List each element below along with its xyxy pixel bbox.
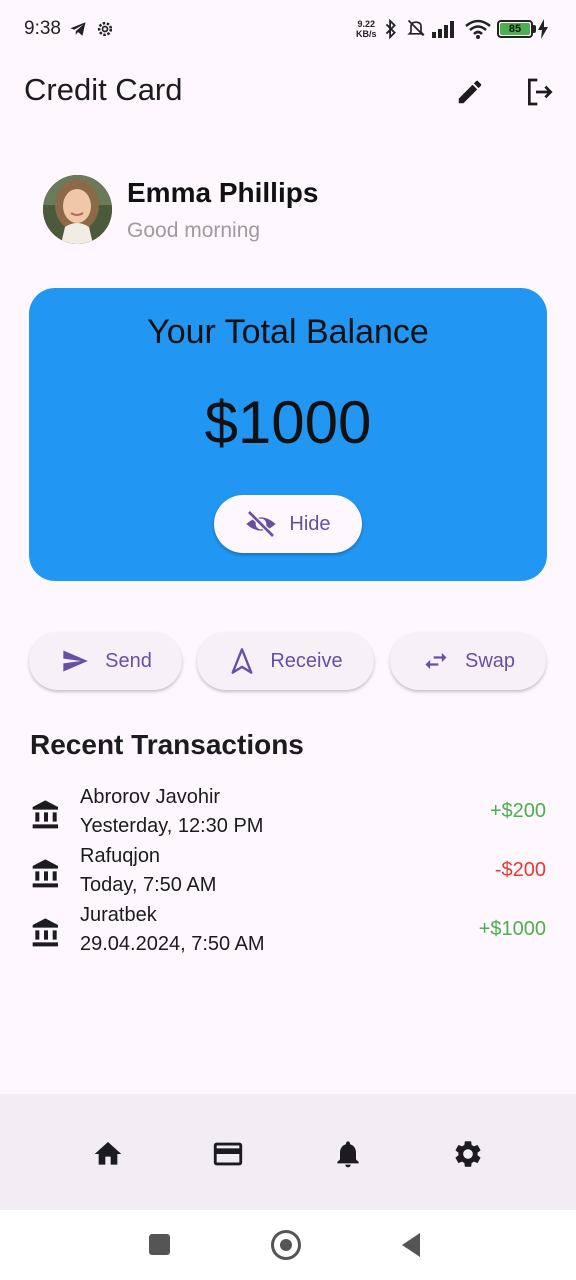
bluetooth-icon: [385, 19, 396, 39]
nav-notifications[interactable]: [328, 1134, 368, 1174]
edit-icon: [458, 80, 482, 104]
battery-nub: [533, 25, 536, 33]
home-button-dot: [280, 1239, 292, 1251]
transaction-amount: +$1000: [478, 918, 546, 940]
battery-icon: 85: [497, 20, 533, 38]
net-speed-unit: KB/s: [356, 29, 377, 39]
avatar-image: [43, 175, 112, 244]
battery-fill: 85: [500, 23, 530, 35]
page-title: Credit Card: [24, 72, 183, 107]
balance-amount: $1000: [204, 389, 372, 456]
send-label: Send: [105, 649, 152, 672]
swap-button[interactable]: Swap: [390, 632, 546, 690]
transaction-amount: -$200: [494, 859, 546, 881]
nav-home[interactable]: [88, 1134, 128, 1174]
transaction-date: 29.04.2024, 7:50 AM: [80, 933, 265, 955]
credit-card-icon: [213, 1142, 243, 1166]
gear-icon: [97, 21, 113, 37]
wifi-icon: [465, 19, 491, 39]
transaction-date: Today, 7:50 AM: [80, 874, 217, 896]
bell-icon: [337, 1141, 359, 1168]
transaction-row[interactable]: Abrorov Javohir Yesterday, 12:30 PM +$20…: [0, 786, 576, 845]
transaction-date: Yesterday, 12:30 PM: [80, 815, 264, 837]
transaction-amount: +$200: [489, 800, 546, 822]
navigation-icon: [231, 648, 253, 674]
logout-button[interactable]: [520, 72, 560, 112]
logout-icon: [528, 78, 553, 106]
hide-balance-button[interactable]: Hide: [214, 495, 362, 553]
home-button[interactable]: [271, 1230, 301, 1260]
hide-label: Hide: [289, 512, 331, 535]
status-time: 9:38: [24, 18, 61, 39]
nav-cards[interactable]: [208, 1134, 248, 1174]
receive-label: Receive: [270, 649, 343, 672]
greeting: Good morning: [127, 219, 261, 242]
balance-card: Your Total Balance $1000 Hide: [29, 288, 547, 581]
nav-settings[interactable]: [448, 1134, 488, 1174]
app-bar: Credit Card: [0, 60, 576, 124]
send-button[interactable]: Send: [29, 632, 182, 690]
section-title: Recent Transactions: [30, 729, 304, 760]
bank-icon: [32, 800, 58, 829]
transaction-name: Rafuqjon: [80, 845, 161, 867]
back-button[interactable]: [400, 1232, 422, 1258]
swap-icon: [425, 652, 447, 670]
receive-button[interactable]: Receive: [197, 632, 374, 690]
status-bar: 9:38 9.22 KB/s 85: [0, 0, 576, 58]
transaction-row[interactable]: Juratbek 29.04.2024, 7:50 AM +$1000: [0, 904, 576, 963]
bottom-nav: [0, 1094, 576, 1210]
send-icon: [63, 650, 88, 672]
bank-icon: [32, 859, 58, 888]
eye-off-icon: [246, 510, 277, 538]
settings-icon: [455, 1141, 481, 1167]
swap-label: Swap: [464, 649, 516, 672]
balance-title: Your Total Balance: [147, 313, 429, 351]
charging-icon: [538, 19, 548, 39]
battery-level: 85: [508, 23, 522, 35]
net-speed: 9.22 KB/s: [356, 19, 377, 39]
net-speed-value: 9.22: [357, 19, 376, 29]
recents-button[interactable]: [149, 1234, 170, 1255]
home-icon: [94, 1142, 122, 1165]
edit-button[interactable]: [450, 72, 490, 112]
signal-icon: [432, 21, 454, 38]
bank-icon: [32, 918, 58, 947]
transaction-name: Abrorov Javohir: [80, 786, 221, 808]
transaction-name: Juratbek: [80, 904, 157, 926]
avatar: [43, 175, 112, 244]
user-name: Emma Phillips: [127, 177, 319, 208]
transaction-row[interactable]: Rafuqjon Today, 7:50 AM -$200: [0, 845, 576, 904]
mute-icon: [407, 19, 425, 37]
telegram-icon: [70, 22, 86, 36]
system-nav-bar: [0, 1210, 576, 1280]
